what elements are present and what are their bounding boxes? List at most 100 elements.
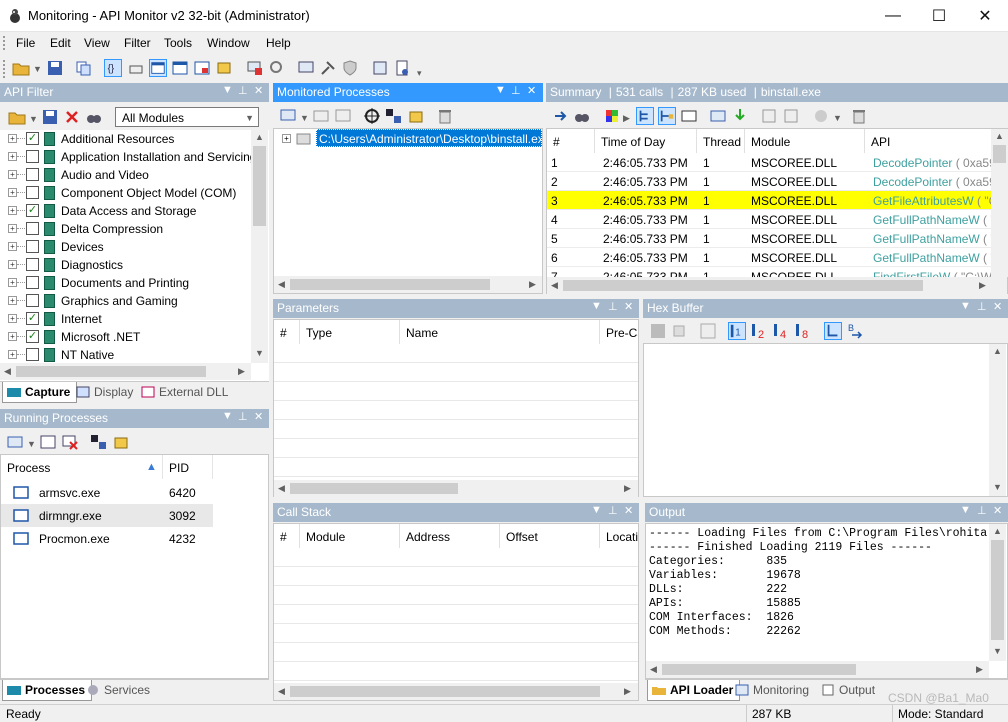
kill-process-icon[interactable]	[61, 433, 79, 451]
tree-view-icon[interactable]	[636, 107, 654, 125]
document-icon[interactable]	[393, 59, 411, 77]
category-checkbox[interactable]	[26, 276, 39, 289]
col-thread[interactable]: Thread	[697, 129, 745, 153]
filter-open-icon[interactable]	[8, 108, 26, 126]
cs-col-module[interactable]: Module	[300, 524, 400, 548]
api-filter-close-icon[interactable]: ✕	[254, 84, 263, 97]
category-checkbox[interactable]	[26, 258, 39, 271]
row-api[interactable]: GetFullPathNameW ( "C	[873, 251, 991, 265]
window-layout-icon[interactable]	[149, 59, 167, 77]
category-checkbox[interactable]	[26, 222, 39, 235]
expand-icon[interactable]: +	[8, 152, 17, 161]
summary-row[interactable]: 5 2:46:05.733 PM 1 MSCOREE.DLL GetFullPathNa…	[547, 229, 991, 248]
expand-icon[interactable]: +	[8, 314, 17, 323]
refresh-list-icon[interactable]	[6, 433, 24, 451]
tools-icon[interactable]	[319, 59, 337, 77]
trash-icon[interactable]	[436, 107, 454, 125]
api-filter-dropdown-icon[interactable]: ▼	[222, 84, 233, 96]
close-button[interactable]: ✕	[962, 0, 1008, 32]
summary-find-icon[interactable]	[573, 107, 591, 125]
monitored-expand-icon[interactable]: +	[282, 134, 291, 143]
col-process[interactable]: Process ▲	[1, 455, 163, 479]
category-checkbox[interactable]	[26, 240, 39, 253]
output-dropdown-icon[interactable]: ▼	[960, 504, 971, 516]
running-close-icon[interactable]: ✕	[254, 410, 263, 423]
summary-row[interactable]: 4 2:46:05.733 PM 1 MSCOREE.DLL GetFullPathNa…	[547, 210, 991, 229]
filter-category-item[interactable]: + NT Native	[0, 346, 262, 364]
open-folder-icon[interactable]	[12, 59, 30, 77]
copy-icon[interactable]	[74, 59, 92, 77]
col-module[interactable]: Module	[745, 129, 865, 153]
hex-1byte-icon[interactable]: 1	[728, 322, 746, 340]
stack-icon-2[interactable]	[112, 433, 130, 451]
monitor-remove-icon[interactable]	[334, 107, 352, 125]
toolbar-overflow-icon[interactable]: ▾	[417, 68, 422, 79]
code-braces-icon[interactable]: {}	[104, 59, 122, 77]
col-pid[interactable]: PID	[163, 455, 213, 479]
callstack-hscroll[interactable]: ◀ ▶	[274, 683, 638, 700]
filter-category-item[interactable]: + Graphics and Gaming	[0, 292, 262, 310]
screen-icon[interactable]	[297, 59, 315, 77]
param-col-name[interactable]: Name	[400, 320, 600, 344]
stack-icon[interactable]	[215, 59, 233, 77]
category-checkbox[interactable]	[26, 168, 39, 181]
parameters-dropdown-icon[interactable]: ▼	[591, 300, 602, 312]
filter-open-dropdown-icon[interactable]: ▼	[29, 114, 38, 124]
filter-category-item[interactable]: + Application Installation and Servicing	[0, 148, 262, 166]
tab-external-dll[interactable]: External DLL	[137, 382, 234, 403]
hex-copy-icon[interactable]	[670, 322, 688, 340]
hex-close-icon[interactable]: ✕	[993, 300, 1002, 313]
tab-services[interactable]: Services	[82, 680, 156, 701]
menu-file[interactable]: File	[16, 36, 35, 50]
param-col-precall[interactable]: Pre-Ca	[600, 320, 638, 344]
columns-icon[interactable]	[709, 107, 727, 125]
process-row[interactable]: armsvc.exe 6420	[1, 481, 213, 504]
expand-icon[interactable]: +	[8, 188, 17, 197]
mail-icon[interactable]	[312, 107, 330, 125]
expand-icon[interactable]: +	[8, 170, 17, 179]
attach-icon-2[interactable]	[385, 107, 403, 125]
search-process-icon[interactable]	[268, 59, 286, 77]
monitored-pin-icon[interactable]: ⊥	[511, 84, 521, 97]
goto-arrow-icon[interactable]	[552, 107, 570, 125]
menu-edit[interactable]: Edit	[50, 36, 71, 50]
output-hscroll[interactable]: ◀ ▶	[646, 661, 989, 678]
filter-category-item[interactable]: + Diagnostics	[0, 256, 262, 274]
hex-8byte-icon[interactable]: 8	[794, 322, 812, 340]
little-endian-icon[interactable]	[824, 322, 842, 340]
expand-icon[interactable]: +	[8, 242, 17, 251]
process-row[interactable]: dirmngr.exe 3092	[1, 504, 213, 527]
param-col-number[interactable]: #	[274, 320, 300, 344]
api-remove-icon[interactable]	[782, 107, 800, 125]
hex-vscroll[interactable]: ▲ ▼	[989, 344, 1006, 496]
category-checkbox[interactable]: ✓	[26, 312, 39, 325]
parameters-pin-icon[interactable]: ⊥	[608, 300, 618, 313]
filter-category-item[interactable]: + Audio and Video	[0, 166, 262, 184]
filter-find-icon[interactable]	[85, 108, 103, 126]
row-api[interactable]: GetFullPathNameW ( "C	[873, 232, 991, 246]
monitor-new-icon[interactable]	[279, 107, 297, 125]
row-api[interactable]: FindFirstFileW ( "C:\Wi	[873, 270, 991, 277]
maximize-button[interactable]: ☐	[916, 0, 962, 32]
monitored-close-icon[interactable]: ✕	[527, 84, 536, 97]
running-pin-icon[interactable]: ⊥	[238, 410, 248, 423]
menu-view[interactable]: View	[84, 36, 110, 50]
api-filter-pin-icon[interactable]: ⊥	[238, 84, 248, 97]
book-icon[interactable]	[371, 59, 389, 77]
target-icon[interactable]	[363, 107, 381, 125]
filter-category-item[interactable]: + Documents and Printing	[0, 274, 262, 292]
expand-icon[interactable]: +	[8, 206, 17, 215]
callstack-dropdown-icon[interactable]: ▼	[591, 504, 602, 516]
tab-api-loader[interactable]: API Loader	[647, 680, 741, 701]
menu-help[interactable]: Help	[266, 36, 291, 50]
properties-icon[interactable]	[39, 433, 57, 451]
filter-category-item[interactable]: + ✓ Microsoft .NET	[0, 328, 262, 346]
menu-tools[interactable]: Tools	[164, 36, 192, 50]
save-icon[interactable]	[46, 59, 64, 77]
big-endian-icon[interactable]: B	[846, 322, 864, 340]
window-min-icon[interactable]	[680, 107, 698, 125]
param-col-type[interactable]: Type	[300, 320, 400, 344]
color-dropdown-icon[interactable]: ▶	[623, 113, 630, 124]
monitor-red-icon[interactable]	[246, 59, 264, 77]
category-checkbox[interactable]: ✓	[26, 132, 39, 145]
